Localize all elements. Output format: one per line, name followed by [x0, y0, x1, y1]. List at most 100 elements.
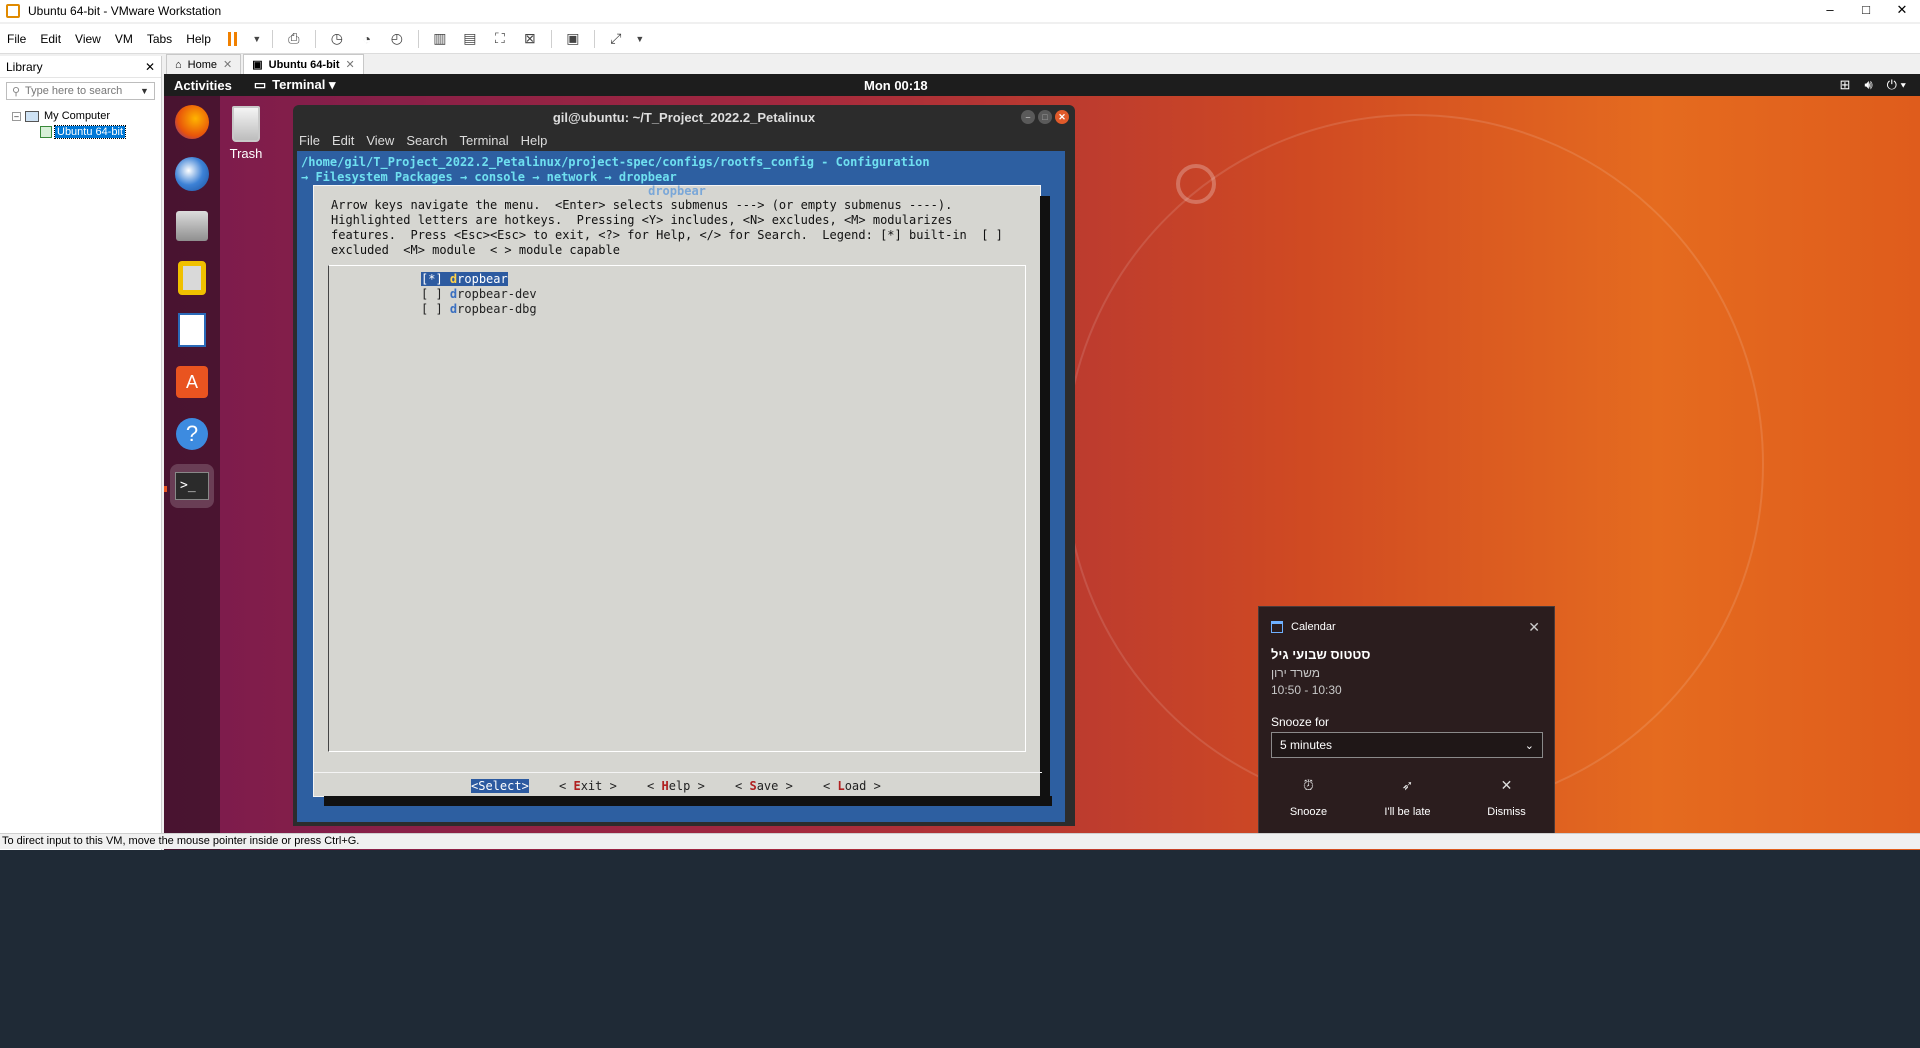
tab-home-label: Home [187, 58, 217, 71]
terminal-menu-terminal[interactable]: Terminal [454, 133, 515, 148]
library-search-placeholder: Type here to search [25, 85, 123, 97]
dismiss-button-label: Dismiss [1487, 806, 1526, 818]
show-library-icon[interactable]: ▥ [429, 28, 451, 50]
option-dropbear-dev[interactable]: [ ] dropbear-dev [421, 287, 537, 301]
library-title: Library [6, 59, 43, 74]
search-dropdown-icon[interactable]: ▼ [140, 86, 154, 96]
windows-taskbar [0, 850, 1920, 1048]
trash-icon [232, 106, 260, 142]
menu-file[interactable]: File [0, 32, 33, 46]
close-button[interactable]: ✕ [1884, 0, 1920, 22]
option-dropbear[interactable]: [*] dropbear [421, 272, 508, 286]
terminal-menu-file[interactable]: File [293, 133, 326, 148]
option-dropbear-dbg[interactable]: [ ] dropbear-dbg [421, 302, 537, 316]
load-button[interactable]: < Load > [823, 779, 881, 793]
tree-node-ubuntu[interactable]: Ubuntu 64-bit [0, 124, 161, 140]
calendar-notification[interactable]: Calendar ✕ סטטוס שבועי גיל משרד ירון 10:… [1258, 606, 1555, 840]
option-label: ropbear-dbg [457, 302, 537, 316]
tree-node-my-computer[interactable]: – My Computer [0, 108, 161, 124]
trash-label: Trash [229, 146, 263, 161]
running-indicator [164, 486, 167, 492]
help-button[interactable]: < Help > [647, 779, 705, 793]
options-list: [*] dropbear [ ] dropbear-dev [ ] dropbe… [328, 265, 1026, 752]
minimize-button[interactable]: – [1812, 0, 1848, 22]
maximize-button[interactable]: □ [1848, 0, 1884, 22]
tree-label-my-computer: My Computer [44, 110, 111, 122]
terminal-menu-help[interactable]: Help [515, 133, 554, 148]
menu-edit[interactable]: Edit [33, 32, 68, 46]
unity-icon[interactable]: ⊠ [519, 28, 541, 50]
terminal-small-icon: ▭ [253, 77, 267, 92]
firefox-icon[interactable] [170, 100, 214, 144]
terminal-window[interactable]: gil@ubuntu: ~/T_Project_2022.2_Petalinux… [293, 105, 1075, 826]
libreoffice-writer-icon[interactable] [170, 308, 214, 352]
late-button[interactable]: ➶ I'll be late [1358, 777, 1457, 818]
revert-snapshot-icon[interactable]: ◔ [356, 28, 378, 50]
snooze-button[interactable]: ⏰︎ Snooze [1259, 777, 1358, 818]
system-menu[interactable]: ⊞ 🔊︎ ⏻ ▾ [1840, 77, 1906, 93]
clock[interactable]: Mon 00:18 [864, 78, 928, 93]
vm-tab-icon: ▣ [252, 59, 263, 71]
menuconfig-dialog: dropbear Arrow keys navigate the menu. <… [313, 184, 1052, 806]
window-title: Ubuntu 64-bit - VMware Workstation [28, 4, 222, 18]
library-search[interactable]: ⚲ Type here to search ▼ [6, 82, 155, 100]
snapshot-manager-icon[interactable]: ◴ [386, 28, 408, 50]
collapse-icon[interactable]: – [12, 111, 21, 121]
app-menu[interactable]: ▭ Terminal ▾ [242, 77, 348, 93]
event-location: משרד ירון [1271, 666, 1321, 680]
menu-help[interactable]: Help [179, 32, 218, 46]
terminal-close-icon[interactable]: ✕ [1055, 110, 1069, 124]
save-button[interactable]: < Save > [735, 779, 793, 793]
menu-vm[interactable]: VM [108, 32, 140, 46]
status-text: To direct input to this VM, move the mou… [2, 835, 360, 847]
dropdown-arrow-icon[interactable]: ▼ [252, 28, 262, 50]
rhythmbox-icon[interactable] [170, 256, 214, 300]
full-screen-icon[interactable]: ⛶ [489, 28, 511, 50]
terminal-icon[interactable]: >_ [170, 464, 214, 508]
terminal-menu-edit[interactable]: Edit [326, 133, 360, 148]
thunderbird-icon[interactable] [170, 152, 214, 196]
terminal-minimize-icon[interactable]: – [1021, 110, 1035, 124]
library-close-icon[interactable]: ✕ [145, 60, 155, 74]
files-icon[interactable] [170, 204, 214, 248]
late-button-label: I'll be late [1384, 806, 1431, 818]
tab-close-icon[interactable]: ✕ [223, 58, 232, 71]
config-path: /home/gil/T_Project_2022.2_Petalinux/pro… [301, 155, 930, 169]
menubar: File Edit View VM Tabs Help ▼ ⎙ ◷ ◔ ◴ ▥ … [0, 24, 1920, 54]
terminal-menu-search[interactable]: Search [400, 133, 453, 148]
help-icon[interactable]: ? [170, 412, 214, 456]
notification-close-icon[interactable]: ✕ [1528, 619, 1540, 636]
thumbnail-bar-icon[interactable]: ▤ [459, 28, 481, 50]
stretch-dropdown-icon[interactable]: ▼ [635, 28, 645, 50]
dismiss-button[interactable]: ✕ Dismiss [1457, 777, 1556, 818]
terminal-screen[interactable]: /home/gil/T_Project_2022.2_Petalinux/pro… [297, 151, 1065, 822]
send-ctrl-alt-del-icon[interactable]: ⎙ [283, 28, 305, 50]
software-center-icon[interactable]: A [170, 360, 214, 404]
vmware-logo-icon [6, 4, 20, 18]
tab-home[interactable]: ⌂ Home ✕ [166, 54, 242, 74]
alarm-icon: ⏰︎ [1303, 777, 1314, 793]
stretch-guest-icon[interactable]: ⤢ [605, 28, 627, 50]
snapshot-icon[interactable]: ◷ [326, 28, 348, 50]
terminal-menu-view[interactable]: View [360, 133, 400, 148]
activities-button[interactable]: Activities [164, 78, 242, 93]
desktop-trash[interactable]: Trash [226, 106, 266, 161]
power-icon: ⏻ ▾ [1886, 77, 1906, 92]
exit-button[interactable]: < Exit > [559, 779, 617, 793]
computer-icon [25, 110, 39, 122]
terminal-maximize-icon[interactable]: □ [1038, 110, 1052, 124]
tab-ubuntu[interactable]: ▣ Ubuntu 64-bit ✕ [243, 54, 364, 74]
menu-tabs[interactable]: Tabs [140, 32, 179, 46]
option-label: ropbear [457, 272, 508, 286]
snooze-select[interactable]: 5 minutes ⌄ [1271, 732, 1543, 758]
menu-breadcrumb: → Filesystem Packages → console → networ… [301, 170, 677, 184]
select-button[interactable]: <Select> [471, 779, 529, 793]
vm-tabs: ⌂ Home ✕ ▣ Ubuntu 64-bit ✕ [166, 54, 366, 74]
dialog-title: dropbear [648, 184, 706, 198]
tab-close-icon[interactable]: ✕ [346, 58, 355, 71]
console-view-icon[interactable]: ▣ [562, 28, 584, 50]
terminal-titlebar[interactable]: gil@ubuntu: ~/T_Project_2022.2_Petalinux… [293, 105, 1075, 129]
pause-icon[interactable] [222, 28, 244, 50]
menu-view[interactable]: View [68, 32, 108, 46]
option-checkbox: [ ] [421, 287, 450, 301]
